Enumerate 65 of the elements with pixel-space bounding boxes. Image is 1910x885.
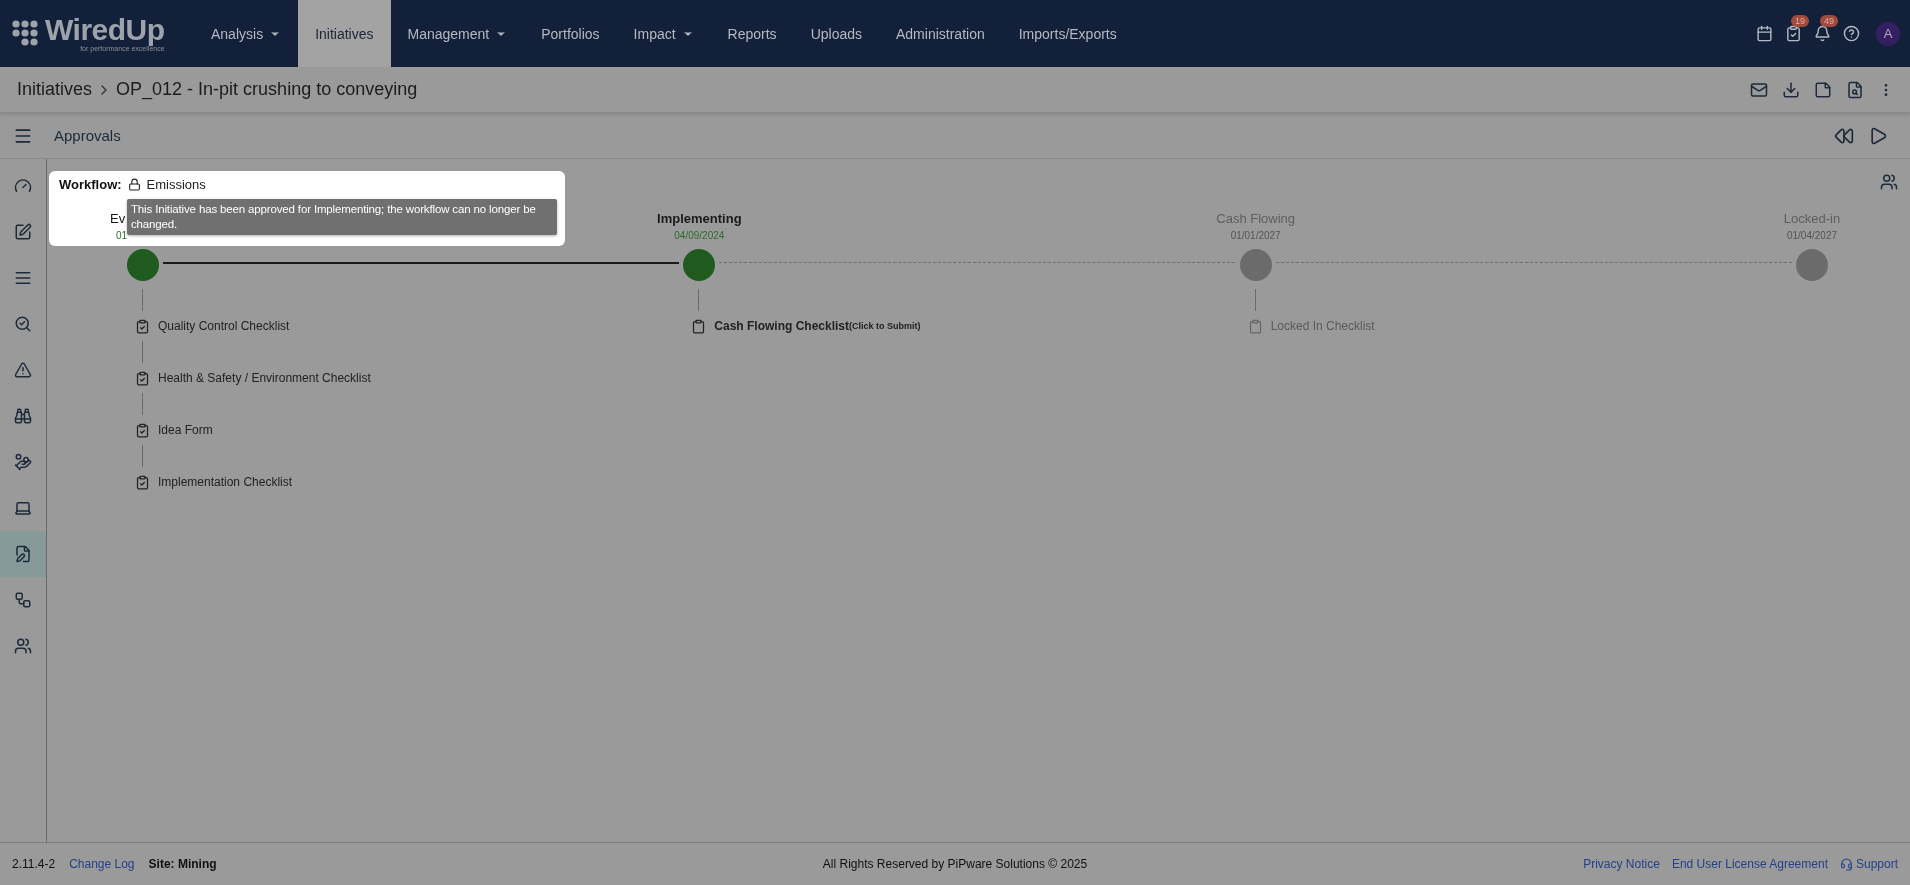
checklist-link[interactable]: Health & Safety / Environment Checklist: [158, 371, 371, 385]
file-pen-icon: [14, 545, 32, 563]
headset-icon: [1839, 857, 1853, 871]
mail-icon[interactable]: [1750, 80, 1768, 99]
workflow-label: Workflow:: [59, 177, 122, 192]
calendar-icon[interactable]: [1756, 25, 1773, 42]
nav-tab[interactable]: Imports/Exports: [1001, 0, 1134, 67]
gauge-icon: [14, 177, 32, 195]
stage-name: Cash Flowing: [1216, 211, 1296, 227]
nav-tab[interactable]: Analysis: [194, 0, 299, 67]
tooltip: This Initiative has been approved for Implementing; the workflow can no longer be changed.: [127, 199, 557, 235]
version-text: 2.11.4-2: [12, 857, 56, 871]
breadcrumb-link[interactable]: Initiatives: [17, 79, 93, 100]
stage-date: 04/09/2024: [674, 230, 725, 242]
submit-hint: (Click to Submit): [849, 321, 921, 331]
document-search-icon[interactable]: [1846, 80, 1864, 99]
stage-date: 01/04/2027: [1786, 230, 1837, 242]
logo-name: WiredUp: [45, 15, 165, 45]
workflow-icon: [14, 591, 32, 609]
count-badge: 19: [1791, 15, 1809, 27]
edit-icon: [14, 223, 32, 241]
checklist-link[interactable]: Quality Control Checklist: [158, 319, 290, 333]
stage-date: 01: [116, 230, 128, 242]
sidebar-item[interactable]: [0, 531, 46, 577]
support-link[interactable]: Support: [1839, 857, 1898, 871]
nav-tab[interactable]: Initiatives: [298, 0, 391, 67]
count-badge: 49: [1820, 15, 1838, 27]
stage-date: 01/01/2027: [1230, 230, 1281, 242]
list-icon: [14, 269, 32, 287]
nav-tab[interactable]: Reports: [710, 0, 794, 67]
user-avatar[interactable]: A: [1876, 21, 1900, 46]
download-icon[interactable]: [1782, 80, 1800, 99]
users-icon[interactable]: [1880, 173, 1898, 191]
users-icon: [14, 637, 32, 655]
change-log-link[interactable]: Change Log: [69, 857, 135, 871]
checklist-link[interactable]: Idea Form: [158, 423, 213, 437]
copyright-text: All Rights Reserved by PiPware Solutions © 2025: [822, 857, 1088, 871]
rewind-icon[interactable]: [1834, 125, 1854, 146]
breadcrumb-current: OP_012 - In-pit crushing to conveying: [116, 79, 418, 100]
checklist-link[interactable]: Cash Flowing Checklist: [714, 319, 850, 333]
stage-name: Ev: [110, 211, 126, 227]
laptop-icon: [14, 499, 32, 517]
footer-link[interactable]: Privacy Notice: [1583, 857, 1660, 871]
stage-name: Implementing: [657, 211, 742, 227]
section-title: Approvals: [54, 127, 121, 144]
help-icon[interactable]: [1843, 25, 1860, 42]
footer-link[interactable]: End User License Agreement: [1671, 857, 1828, 871]
nav-tab[interactable]: Portfolios: [524, 0, 617, 67]
nav-tab[interactable]: Administration: [879, 0, 1002, 67]
nav-tab[interactable]: Management: [390, 0, 525, 67]
site-text: Site: Mining: [148, 857, 217, 871]
bell-icon[interactable]: [1814, 25, 1831, 42]
nav-tab[interactable]: Impact: [616, 0, 711, 67]
logo-dots-icon: [12, 20, 39, 47]
search-icon: [14, 315, 32, 333]
workflow-value: Emissions: [146, 177, 206, 192]
warning-icon: [14, 361, 32, 379]
note-icon[interactable]: [1814, 80, 1832, 99]
binoculars-icon: [14, 407, 32, 425]
clipboard-check-icon[interactable]: [1785, 25, 1802, 42]
stage-name: Locked-in: [1783, 211, 1841, 227]
play-icon[interactable]: [1868, 125, 1888, 146]
hand-coins-icon: [14, 453, 32, 471]
checklist-link[interactable]: Implementation Checklist: [158, 475, 293, 489]
nav-tab[interactable]: Uploads: [793, 0, 879, 67]
